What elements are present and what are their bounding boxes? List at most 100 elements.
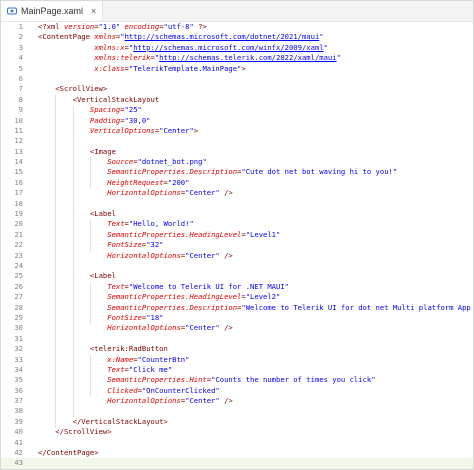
code-line[interactable]: 39 </VerticalStackLayout> (1, 417, 473, 427)
line-number: 43 (14, 458, 23, 468)
line-number: 8 (18, 94, 23, 104)
code-line[interactable]: 2 <ContentPage xmlns="http://schemas.micr… (1, 32, 473, 42)
code-token: Padding (38, 115, 121, 125)
code-area[interactable]: 1 <?xml version="1.0" encoding="utf-8" ?>… (1, 22, 473, 469)
line-number: 31 (14, 333, 23, 343)
code-token: http://schemas.telerik.com/2022/xaml/mau… (159, 53, 337, 63)
code-text: Text="Click me" (38, 365, 172, 375)
line-number: 29 (14, 312, 23, 322)
code-text: SemanticProperties.Description="Welcome … (38, 303, 474, 313)
code-token: "Level2" (245, 292, 281, 302)
code-token: "Center" (159, 125, 194, 135)
code-token: > (193, 125, 199, 135)
code-token: HeightRequest (38, 177, 164, 187)
code-line[interactable]: 41 (1, 438, 473, 448)
indent-guide (55, 94, 57, 428)
line-number: 17 (14, 188, 23, 198)
code-token: ScrollView (59, 84, 103, 94)
code-text: FontSize="18" (38, 313, 163, 323)
code-token: http://schemas.microsoft.com/winfx/2009/… (133, 42, 324, 52)
code-token: "Cute dot net bot waving hi to you!" (241, 167, 398, 177)
line-number: 33 (14, 354, 23, 364)
line-number: 24 (14, 260, 23, 270)
code-line[interactable]: 42 </ContentPage> (1, 448, 473, 458)
line-number: 5 (18, 63, 23, 73)
line-number: 38 (14, 406, 23, 416)
line-number: 16 (14, 177, 23, 187)
code-text: <Label (38, 209, 116, 219)
xml-file-icon (7, 7, 17, 15)
code-token: HorizontalOptions (38, 396, 181, 406)
code-line[interactable]: 1 <?xml version="1.0" encoding="utf-8" ?> (1, 22, 473, 32)
code-token: telerik:RadButton (94, 344, 168, 354)
line-number: 9 (18, 105, 23, 115)
code-token: x:Name (38, 354, 134, 364)
line-number: 18 (14, 198, 23, 208)
code-token: > (163, 416, 168, 426)
code-line[interactable]: 43 (1, 458, 473, 469)
code-text: HorizontalOptions="Center" /> (38, 251, 233, 261)
line-number: 30 (14, 323, 23, 333)
code-token: http://schemas.microsoft.com/dotnet/2021… (124, 32, 320, 42)
code-token: "Welcome to Telerik UI for .NET MAUI" (128, 281, 289, 291)
code-token: SemanticProperties.Description (38, 302, 238, 312)
code-line[interactable]: 5 x:Class="TelerikTemplate.MainPage"> (1, 64, 473, 74)
code-line[interactable]: 3 xmlns:x="http://schemas.microsoft.com/… (1, 43, 473, 53)
code-token: /> (219, 250, 233, 260)
code-line[interactable]: 8 <VerticalStackLayout (1, 95, 473, 105)
code-line[interactable]: 6 (1, 74, 473, 84)
code-token: SemanticProperties.HeadingLevel (38, 292, 242, 302)
code-token: SemanticProperties.Description (38, 167, 238, 177)
code-token: "Center" (185, 250, 220, 260)
code-token: > (107, 427, 112, 437)
close-icon[interactable]: × (91, 6, 96, 16)
code-token: HorizontalOptions (38, 323, 181, 333)
code-token: " (336, 53, 341, 63)
line-number: 37 (14, 396, 23, 406)
code-line[interactable]: 40 </ScrollView> (1, 427, 473, 437)
code-token: Text (38, 281, 125, 291)
code-token: < (38, 209, 95, 219)
code-token: " (323, 42, 328, 52)
code-token: /> (219, 188, 233, 198)
code-token: /> (219, 323, 233, 333)
code-token: /> (219, 396, 233, 406)
code-editor: MainPage.xaml × 1 <?xml version="1.0" enc… (0, 0, 474, 470)
line-number: 35 (14, 375, 23, 385)
code-line[interactable]: 4 xmlns:telerik="http://schemas.telerik.… (1, 53, 473, 63)
code-text: SemanticProperties.Description="Cute dot… (38, 167, 397, 177)
code-text: Text="Hello, World!" (38, 219, 194, 229)
line-number: 40 (14, 427, 23, 437)
code-token: SemanticProperties.Hint (38, 375, 207, 385)
code-token: < (38, 84, 60, 94)
code-token: "dotnet_bot.png" (137, 157, 207, 167)
tab-mainpage-xaml[interactable]: MainPage.xaml × (1, 1, 104, 21)
indent-guide (72, 105, 74, 418)
code-token: <? (38, 22, 47, 31)
line-number: 14 (14, 157, 23, 167)
code-token: < (38, 271, 95, 281)
code-token: "25" (124, 105, 142, 115)
code-text: HorizontalOptions="Center" /> (38, 396, 233, 406)
code-token: encoding (120, 22, 160, 31)
code-token: ContentPage (46, 448, 95, 458)
code-token: version (63, 22, 95, 31)
line-number: 3 (18, 42, 23, 52)
code-token: VerticalStackLayout (81, 416, 164, 426)
code-token: </ (38, 427, 64, 437)
code-text: SemanticProperties.HeadingLevel="Level1" (38, 230, 280, 240)
line-number: 22 (14, 240, 23, 250)
line-number: 2 (18, 32, 23, 42)
code-text: FontSize="32" (38, 240, 163, 250)
code-token: </ (38, 448, 47, 458)
code-line[interactable]: 7 <ScrollView> (1, 84, 473, 94)
code-text: x:Class="TelerikTemplate.MainPage"> (38, 64, 245, 74)
code-text: <?xml version="1.0" encoding="utf-8" ?> (38, 22, 207, 32)
code-token: HorizontalOptions (38, 250, 181, 260)
code-text: Text="Welcome to Telerik UI for .NET MAU… (38, 282, 289, 292)
indent-guide (89, 157, 91, 189)
line-number: 39 (14, 416, 23, 426)
indent-guide (89, 219, 91, 251)
code-text: SemanticProperties.HeadingLevel="Level2" (38, 292, 280, 302)
code-text: HorizontalOptions="Center" /> (38, 323, 233, 333)
